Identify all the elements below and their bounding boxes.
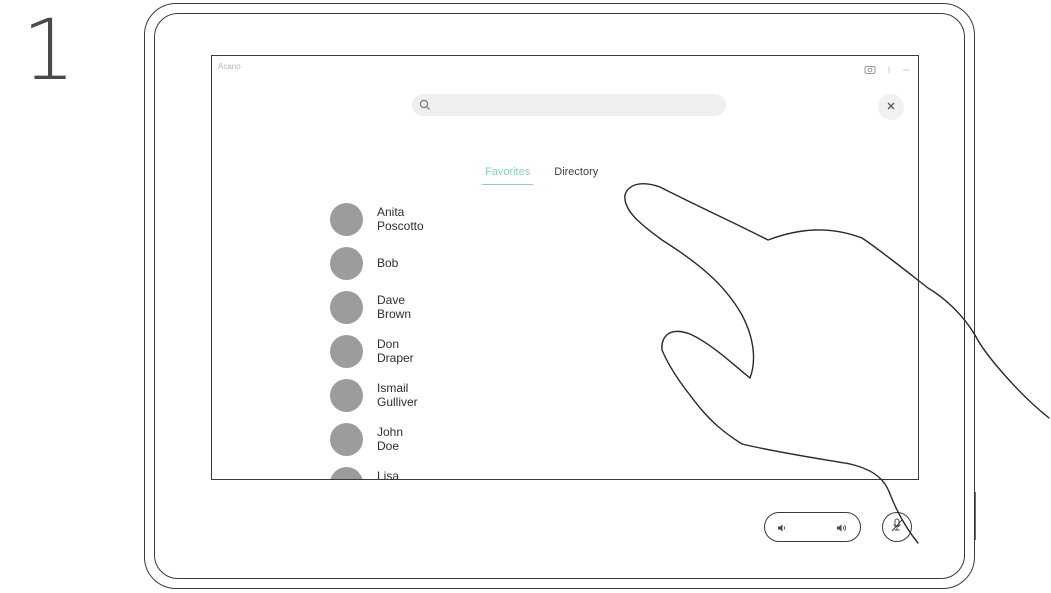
avatar [330,378,363,412]
step-number: 1 [22,1,76,99]
list-item[interactable]: Don Draper [330,334,414,368]
contact-name: Anita Poscotto [377,205,424,233]
avatar [330,246,363,280]
contact-name: Don Draper [377,337,414,365]
avatar [330,334,363,368]
volume-down-icon[interactable] [776,521,788,539]
close-button[interactable] [878,94,904,120]
list-item[interactable]: Lisa Green [330,466,410,480]
search-input[interactable] [440,97,714,115]
contact-name: Lisa Green [377,469,400,480]
list-item[interactable]: Dave Brown [330,290,411,324]
app-title: Acano [218,62,241,71]
list-item[interactable]: Bob [330,246,398,280]
camera-icon[interactable] [864,62,876,80]
search-icon [418,98,432,117]
avatar [330,290,363,324]
touch-screen: Acano Favorites Directory Anita Poscotto [211,55,919,480]
contact-name: Dave Brown [377,293,412,321]
avatar [330,202,363,236]
signal-icon [886,62,892,80]
microphone-mute-icon [890,517,904,538]
avatar [330,466,363,479]
more-icon[interactable] [902,62,910,80]
list-item[interactable]: Ismail Gulliver [330,378,418,412]
tab-directory[interactable]: Directory [551,166,601,185]
contact-name: John Doe [377,425,404,453]
mute-button[interactable] [882,512,912,542]
contact-name: Bob [377,256,399,270]
list-item[interactable]: Anita Poscotto [330,202,424,236]
close-icon [886,98,896,116]
tab-favorites[interactable]: Favorites [482,166,534,185]
list-item[interactable]: John Doe [330,422,403,456]
topbar-icons [864,62,910,80]
search-bar[interactable] [412,94,726,116]
volume-up-icon[interactable] [835,521,849,539]
avatar [330,422,363,456]
tabs: Favorites Directory [482,166,601,185]
volume-control [764,512,861,542]
contact-name: Ismail Gulliver [377,381,418,409]
